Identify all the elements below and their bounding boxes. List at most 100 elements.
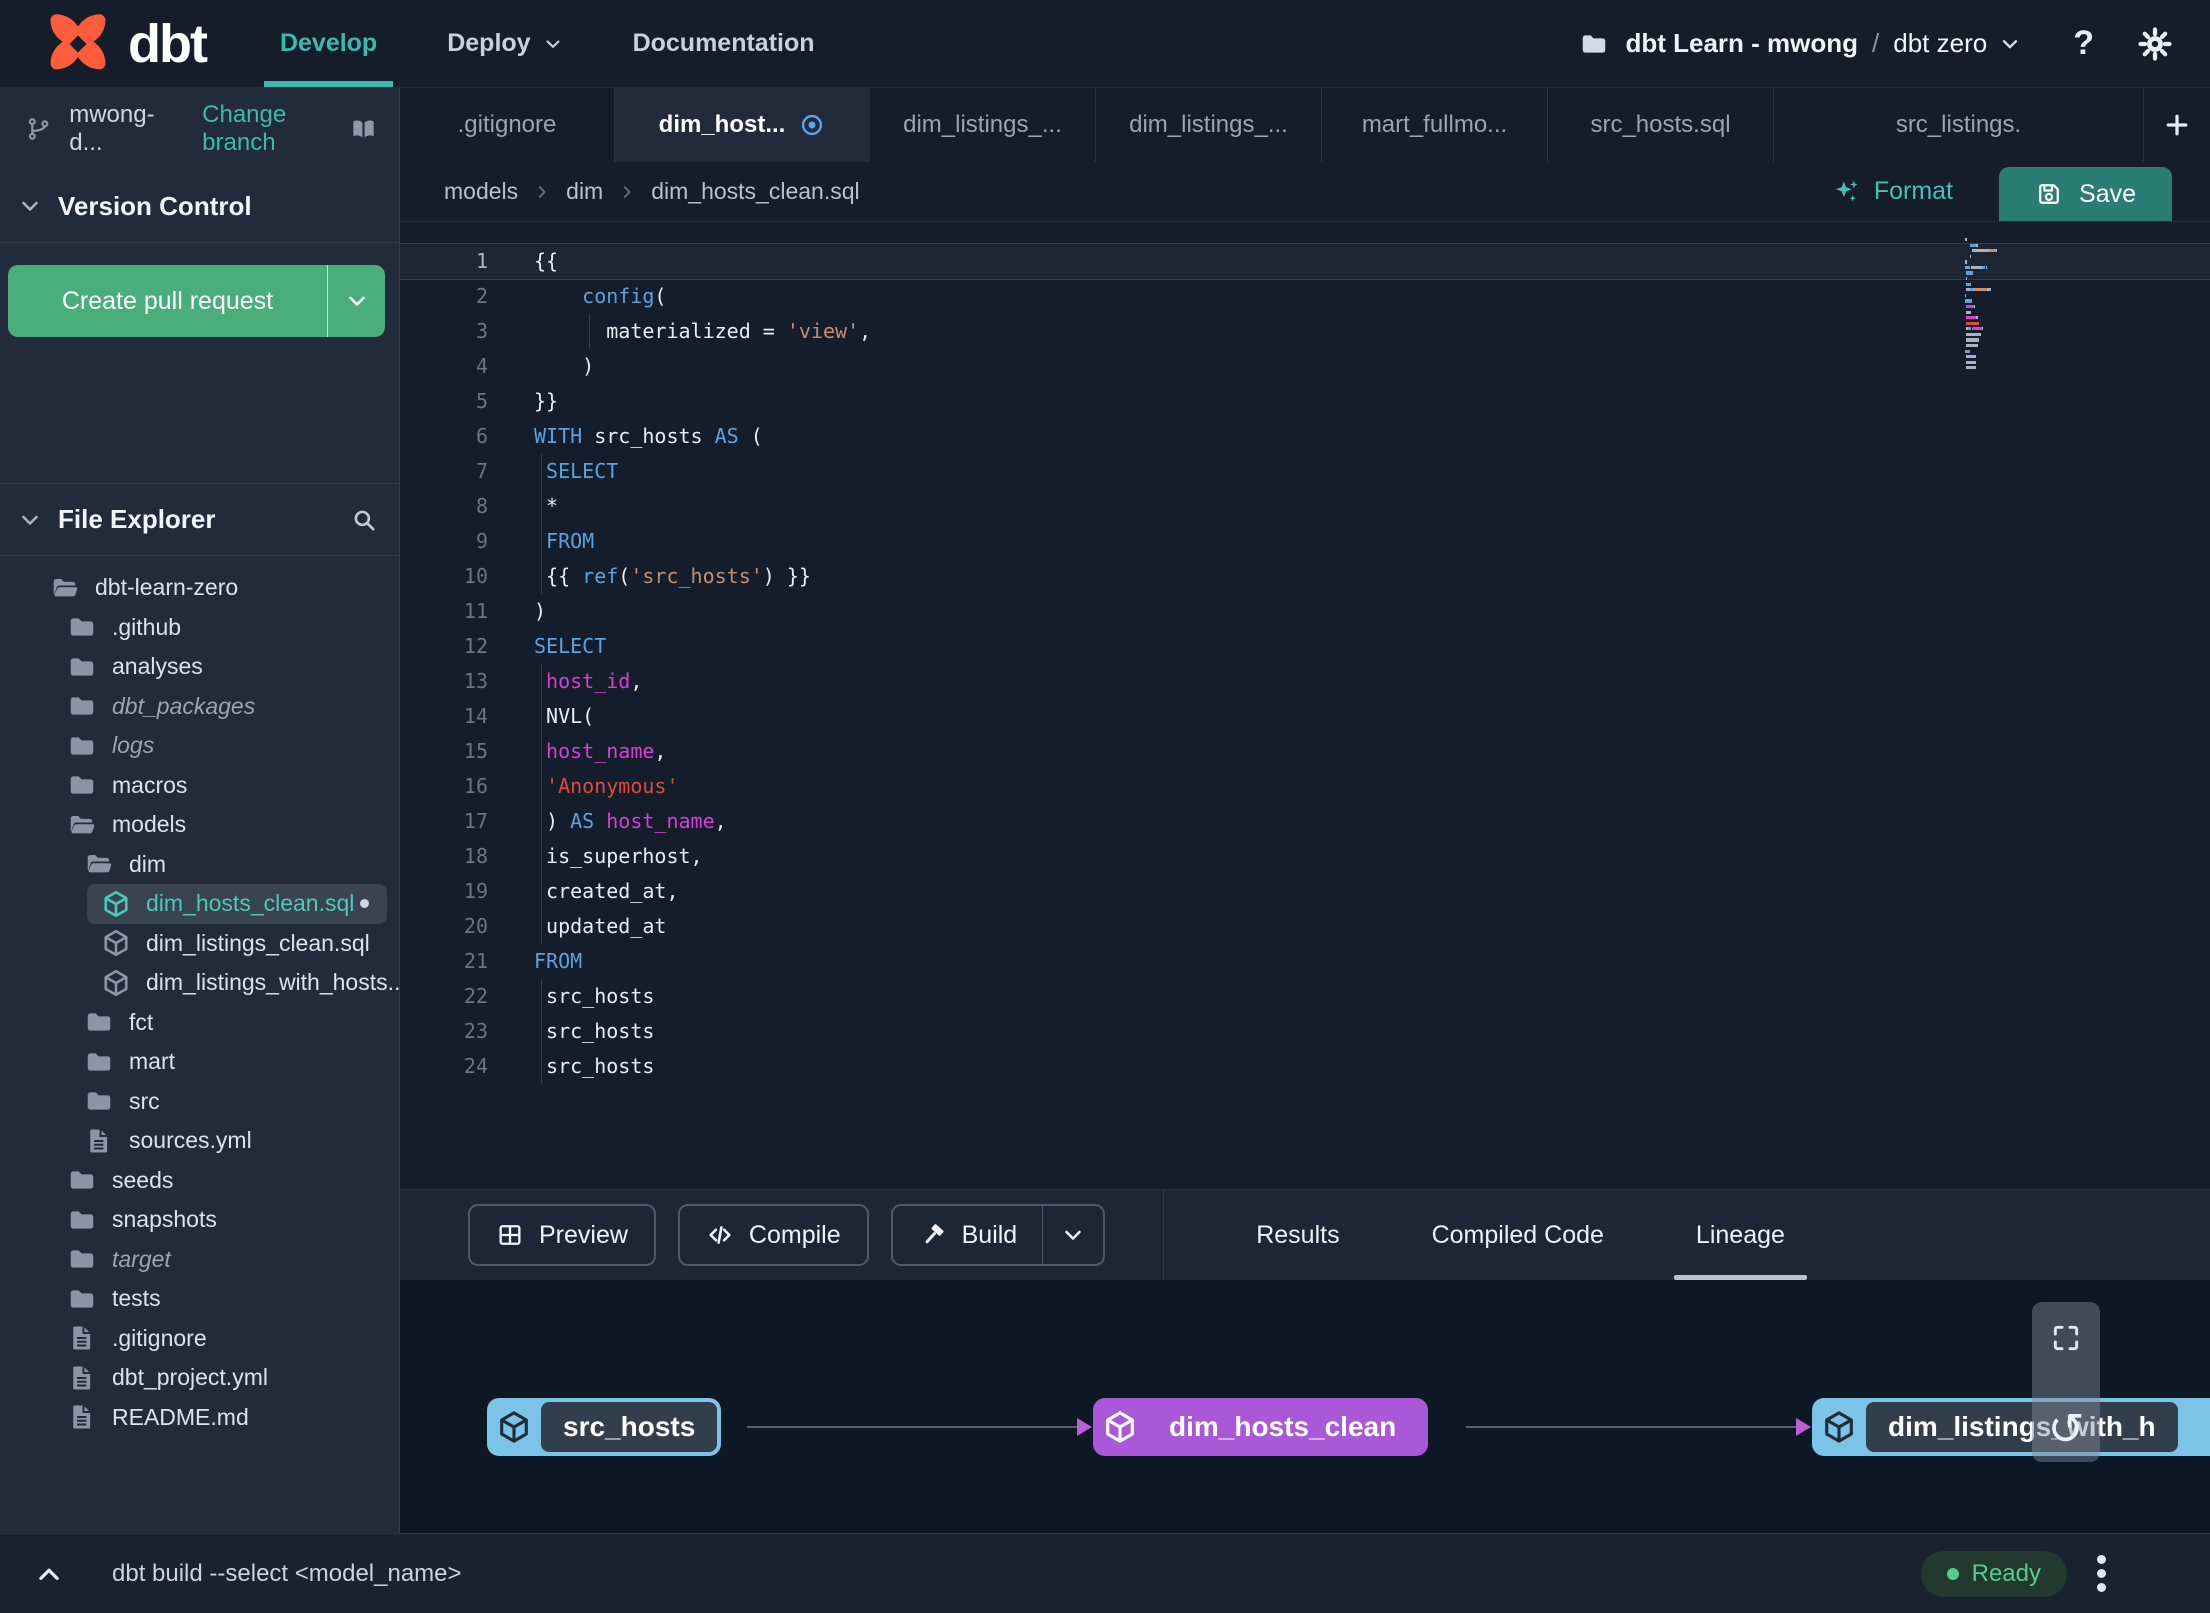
code-line[interactable]: 10 {{ ref('src_hosts') }} xyxy=(400,559,2210,594)
tree-item[interactable]: dbt_packages xyxy=(0,687,399,727)
breadcrumb-item[interactable]: dim xyxy=(566,178,603,205)
tree-item[interactable]: seeds xyxy=(0,1161,399,1201)
tree-item[interactable]: tests xyxy=(0,1279,399,1319)
editor-tab[interactable]: .gitignore xyxy=(400,88,615,162)
editor-tab[interactable]: src_hosts.sql xyxy=(1548,88,1774,162)
tree-item[interactable]: README.md xyxy=(0,1398,399,1438)
code-line[interactable]: 24 src_hosts xyxy=(400,1049,2210,1084)
save-button[interactable]: Save xyxy=(1999,167,2172,221)
tree-item[interactable]: dim_hosts_clean.sql xyxy=(87,884,387,924)
code-line-text: WITH src_hosts AS ( xyxy=(534,424,763,448)
result-tab-results[interactable]: Results xyxy=(1228,1190,1367,1280)
search-icon[interactable] xyxy=(351,507,377,533)
fullscreen-icon[interactable] xyxy=(2050,1322,2082,1354)
brand[interactable]: dbt xyxy=(40,6,208,82)
preview-button[interactable]: Preview xyxy=(468,1204,656,1266)
chevron-up-icon[interactable] xyxy=(34,1559,64,1589)
build-button[interactable]: Build xyxy=(890,1204,1106,1266)
code-line[interactable]: 18 is_superhost, xyxy=(400,839,2210,874)
nav-item-develop[interactable]: Develop xyxy=(263,0,394,87)
code-line[interactable]: 6 WITH src_hosts AS ( xyxy=(400,419,2210,454)
result-tab-compiled-code[interactable]: Compiled Code xyxy=(1404,1190,1632,1280)
code-editor[interactable]: 1{{2 config(3 materialized = 'view', 4 ) 5… xyxy=(400,222,2210,1189)
gear-icon[interactable] xyxy=(2138,26,2172,61)
tree-item[interactable]: dim_listings_clean.sql xyxy=(0,924,399,964)
lineage-node[interactable]: dim_hosts_clean xyxy=(1093,1398,1429,1456)
lineage-node[interactable]: src_hosts xyxy=(487,1398,722,1456)
lineage-canvas[interactable]: ↺ src_hosts dim_hosts_clean dim_listings_w… xyxy=(400,1280,2210,1533)
tree-item[interactable]: dim xyxy=(0,845,399,885)
chevron-down-icon[interactable] xyxy=(1999,33,2021,55)
tree-item[interactable]: macros xyxy=(0,766,399,806)
account-name[interactable]: dbt Learn - mwong xyxy=(1625,28,1858,59)
reset-view-icon[interactable]: ↺ xyxy=(2048,1408,2085,1452)
code-line[interactable]: 5}} xyxy=(400,384,2210,419)
code-line[interactable]: 1 {{ xyxy=(400,244,2210,279)
tree-item[interactable]: dim_listings_with_hosts... xyxy=(0,963,399,1003)
kebab-menu-icon[interactable] xyxy=(2097,1555,2106,1592)
code-line[interactable]: 14 NVL( xyxy=(400,699,2210,734)
tree-item[interactable]: analyses xyxy=(0,647,399,687)
code-line[interactable]: 12 SELECT xyxy=(400,629,2210,664)
new-tab-button[interactable] xyxy=(2144,88,2210,162)
create-pr-wrap: Create pull request xyxy=(0,243,399,361)
breadcrumb-item[interactable]: models xyxy=(444,178,518,205)
code-line[interactable]: 20 updated_at xyxy=(400,909,2210,944)
tree-item[interactable]: .github xyxy=(0,608,399,648)
code-line[interactable]: 13 host_id, xyxy=(400,664,2210,699)
change-branch-link[interactable]: Change branch xyxy=(202,101,350,157)
code-line[interactable]: 7 SELECT xyxy=(400,454,2210,489)
create-pr-label[interactable]: Create pull request xyxy=(8,265,327,337)
tree-item[interactable]: dbt-learn-zero xyxy=(0,568,399,608)
tree-item[interactable]: target xyxy=(0,1240,399,1280)
breadcrumb-item[interactable]: dim_hosts_clean.sql xyxy=(651,178,859,205)
tree-item[interactable]: src xyxy=(0,1082,399,1122)
line-number: 19 xyxy=(463,879,488,903)
file-explorer-header[interactable]: File Explorer xyxy=(0,483,399,556)
nav-item-deploy[interactable]: Deploy xyxy=(447,0,562,87)
tree-item[interactable]: .gitignore xyxy=(0,1319,399,1359)
lineage-node[interactable]: dim_listings_with_h xyxy=(1812,1398,2210,1456)
chevron-down-icon[interactable] xyxy=(18,508,42,532)
code-line[interactable]: 2 config( xyxy=(400,279,2210,314)
code-line[interactable]: 11) xyxy=(400,594,2210,629)
code-line[interactable]: 22 src_hosts xyxy=(400,979,2210,1014)
breadcrumb: models dim dim_hosts_clean.sql xyxy=(444,178,860,205)
tree-item[interactable]: logs xyxy=(0,726,399,766)
code-line[interactable]: 8 * xyxy=(400,489,2210,524)
project-name[interactable]: dbt zero xyxy=(1893,28,1987,59)
result-tab-lineage[interactable]: Lineage xyxy=(1668,1190,1813,1280)
create-pull-request-button[interactable]: Create pull request xyxy=(8,265,385,337)
editor-tab[interactable]: dim_listings_... xyxy=(870,88,1096,162)
tree-item[interactable]: fct xyxy=(0,1003,399,1043)
code-line[interactable]: 21 FROM xyxy=(400,944,2210,979)
command-input[interactable]: dbt build --select <model_name> xyxy=(112,1560,462,1588)
code-line[interactable]: 19 created_at, xyxy=(400,874,2210,909)
code-line[interactable]: 16 'Anonymous' xyxy=(400,769,2210,804)
minimap[interactable] xyxy=(1965,238,2037,372)
editor-tab[interactable]: mart_fullmo... xyxy=(1322,88,1548,162)
book-icon[interactable] xyxy=(350,114,377,144)
editor-tab[interactable]: dim_host... xyxy=(615,88,870,162)
tree-item[interactable]: models xyxy=(0,805,399,845)
editor-tab[interactable]: dim_listings_... xyxy=(1096,88,1322,162)
code-line[interactable]: 15 host_name, xyxy=(400,734,2210,769)
create-pr-dropdown[interactable] xyxy=(327,265,385,337)
code-line[interactable]: 3 materialized = 'view', xyxy=(400,314,2210,349)
build-dropdown[interactable] xyxy=(1042,1206,1103,1264)
code-line[interactable]: 4 ) xyxy=(400,349,2210,384)
help-icon[interactable]: ? xyxy=(2073,24,2094,63)
tree-item[interactable]: dbt_project.yml xyxy=(0,1358,399,1398)
tree-item[interactable]: snapshots xyxy=(0,1200,399,1240)
version-control-header[interactable]: Version Control xyxy=(0,170,399,243)
tree-item[interactable]: mart xyxy=(0,1042,399,1082)
code-line[interactable]: 9 FROM xyxy=(400,524,2210,559)
compile-button[interactable]: Compile xyxy=(677,1204,869,1266)
editor-tab[interactable]: src_listings. xyxy=(1774,88,2144,162)
format-button[interactable]: Format xyxy=(1832,177,1953,207)
code-line[interactable]: 23 src_hosts xyxy=(400,1014,2210,1049)
tree-item[interactable]: sources.yml xyxy=(0,1121,399,1161)
chevron-down-icon[interactable] xyxy=(18,194,42,218)
code-line[interactable]: 17 ) AS host_name, xyxy=(400,804,2210,839)
nav-item-documentation[interactable]: Documentation xyxy=(633,0,815,87)
